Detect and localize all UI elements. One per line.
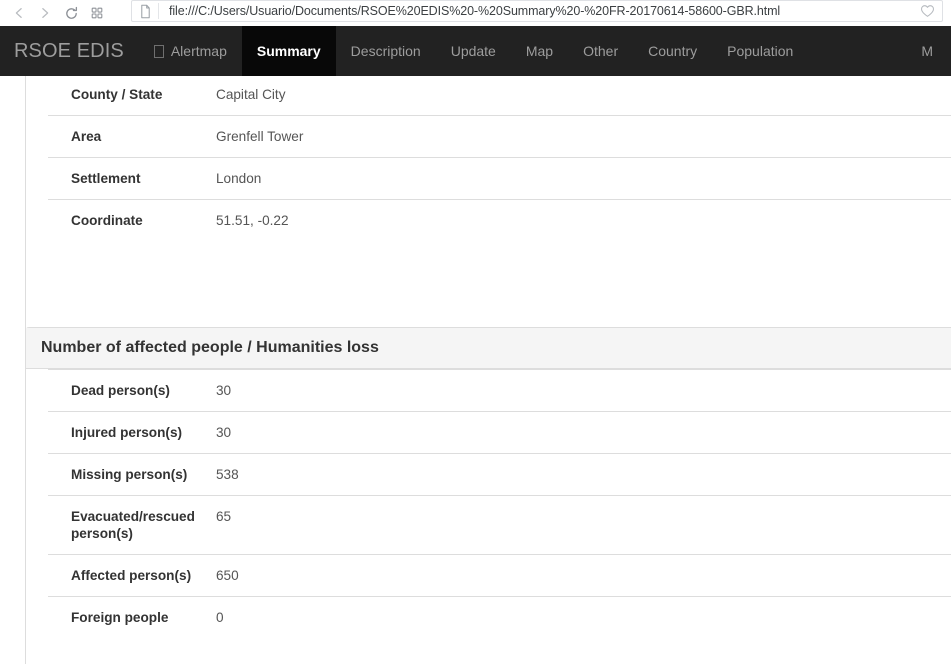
nav-item-update[interactable]: Update <box>436 26 511 76</box>
table-row: Evacuated/rescued person(s) 65 <box>48 495 951 555</box>
chevron-right-icon <box>42 8 49 18</box>
nav-item-label: Update <box>450 43 496 59</box>
panel-affected-heading: Number of affected people / Humanities l… <box>26 328 951 369</box>
row-label: Evacuated/rescued person(s) <box>71 509 195 541</box>
row-label: Missing person(s) <box>71 467 188 482</box>
row-value: London <box>216 171 262 186</box>
address-bar-text[interactable]: file:///C:/Users/Usuario/Documents/RSOE%… <box>159 4 912 18</box>
navbar-items: Alertmap Summary Description Update Map … <box>139 26 808 76</box>
address-bar[interactable]: file:///C:/Users/Usuario/Documents/RSOE%… <box>131 0 943 22</box>
nav-item-label: Summary <box>256 43 321 59</box>
table-row: Dead person(s) 30 <box>48 369 951 412</box>
affected-table: Dead person(s) 30 Injured person(s) 30 M… <box>48 369 951 638</box>
nav-item-alertmap[interactable]: Alertmap <box>139 26 242 76</box>
row-label: Settlement <box>71 171 141 186</box>
table-row: Injured person(s) 30 <box>48 411 951 454</box>
nav-item-label: Alertmap <box>170 43 227 59</box>
nav-right-icon-label: M <box>921 43 933 59</box>
site-navbar: RSOE EDIS Alertmap Summary Description U… <box>0 26 951 76</box>
nav-item-summary[interactable]: Summary <box>241 26 336 76</box>
row-label: Affected person(s) <box>71 568 192 583</box>
back-button[interactable] <box>6 1 32 25</box>
row-label: Foreign people <box>71 610 169 625</box>
page-content: Country United Kingdom County / State Ca… <box>0 76 951 664</box>
reload-button[interactable] <box>58 1 84 25</box>
reload-icon <box>65 6 77 19</box>
missing-glyph-box-icon <box>153 44 164 58</box>
row-label: Injured person(s) <box>71 425 183 440</box>
chevron-left-icon <box>15 8 22 18</box>
table-row: Affected person(s) 650 <box>48 554 951 597</box>
location-table: Country United Kingdom County / State Ca… <box>48 76 951 241</box>
row-label: County / State <box>71 87 163 102</box>
table-row: Coordinate 51.51, -0.22 <box>48 199 951 242</box>
table-row: Foreign people 0 <box>48 596 951 639</box>
row-value: 51.51, -0.22 <box>216 213 289 228</box>
nav-item-country[interactable]: Country <box>633 26 712 76</box>
table-row: County / State Capital City <box>48 76 951 116</box>
row-value: 30 <box>216 383 232 398</box>
panel-affected-people: Number of affected people / Humanities l… <box>25 327 951 664</box>
nav-right-icon-3[interactable]: M <box>897 43 951 59</box>
navbar-right-icons: M <box>825 26 951 76</box>
nav-item-label: Country <box>648 43 698 59</box>
table-row: Area Grenfell Tower <box>48 115 951 158</box>
nav-item-label: Population <box>727 43 794 59</box>
row-value: Capital City <box>216 87 286 102</box>
forward-button[interactable] <box>32 1 58 25</box>
row-label: Area <box>71 129 102 144</box>
row-value: 650 <box>216 568 239 583</box>
row-value: Grenfell Tower <box>216 129 304 144</box>
affected-table-wrap: Dead person(s) 30 Injured person(s) 30 M… <box>26 369 951 638</box>
row-label: Coordinate <box>71 213 143 228</box>
apps-grid-button[interactable] <box>84 1 110 25</box>
nav-item-map[interactable]: Map <box>511 26 568 76</box>
nav-item-population[interactable]: Population <box>712 26 808 76</box>
row-value: 0 <box>216 610 224 625</box>
row-value: 538 <box>216 467 239 482</box>
document-icon <box>132 4 158 19</box>
nav-item-label: Description <box>350 43 421 59</box>
nav-item-description[interactable]: Description <box>336 26 436 76</box>
row-value: 65 <box>216 509 232 524</box>
browser-nav-buttons <box>0 0 110 26</box>
browser-chrome: file:///C:/Users/Usuario/Documents/RSOE%… <box>0 0 951 26</box>
nav-item-other[interactable]: Other <box>568 26 633 76</box>
location-table-wrap: Country United Kingdom County / State Ca… <box>26 76 951 241</box>
site-brand[interactable]: RSOE EDIS <box>0 26 139 76</box>
nav-item-label: Other <box>583 43 619 59</box>
favorite-icon[interactable] <box>912 4 942 18</box>
row-value: 30 <box>216 425 232 440</box>
nav-item-label: Map <box>525 43 554 59</box>
row-label: Dead person(s) <box>71 383 170 398</box>
panel-title: Number of affected people / Humanities l… <box>41 339 379 356</box>
grid-apps-icon <box>91 7 103 19</box>
table-row: Settlement London <box>48 157 951 200</box>
table-row: Missing person(s) 538 <box>48 453 951 496</box>
